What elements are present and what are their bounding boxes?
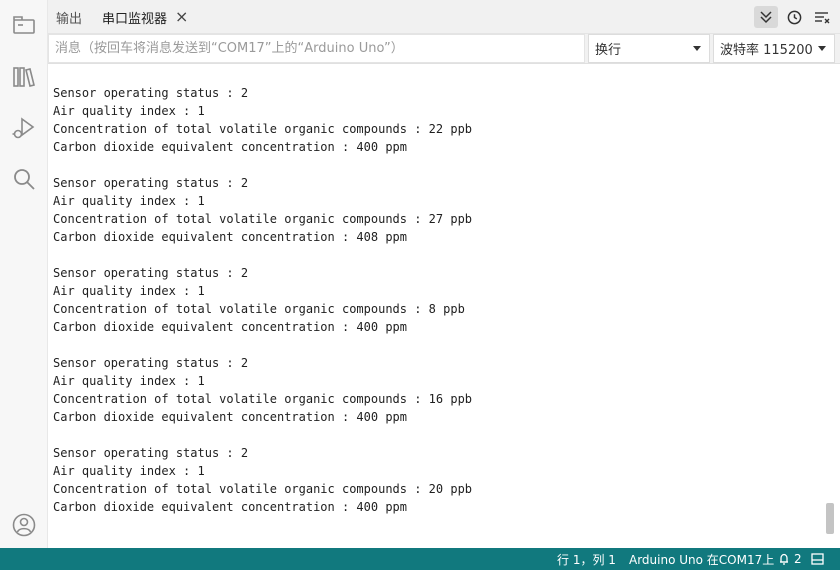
panel-tab-bar: 输出 串口监视器 × [48, 0, 840, 34]
library-icon [13, 67, 35, 87]
cursor-position-label: 行 1，列 1 [557, 552, 616, 567]
activity-bar [0, 0, 48, 548]
chevron-down-icon [693, 46, 701, 51]
output-line: Air quality index : 1 [53, 104, 205, 118]
message-input[interactable] [48, 34, 585, 63]
search-icon [14, 169, 35, 190]
output-line: Carbon dioxide equivalent concentration … [53, 230, 408, 244]
output-line: Carbon dioxide equivalent concentration … [53, 140, 408, 154]
output-line: Carbon dioxide equivalent concentration … [53, 500, 408, 514]
output-line: Air quality index : 1 [53, 194, 205, 208]
debug-icon [12, 117, 35, 139]
line-ending-select[interactable]: 换行 [588, 34, 710, 63]
output-line: Air quality index : 1 [53, 464, 205, 478]
account-button[interactable] [0, 505, 48, 545]
output-line: Sensor operating status : 2 [53, 446, 249, 460]
serial-output[interactable]: Sensor operating status : 2 Air quality i… [48, 64, 828, 548]
notifications-button[interactable]: 2 [778, 548, 802, 570]
timestamp-toggle[interactable] [782, 6, 806, 28]
output-line: Carbon dioxide equivalent concentration … [53, 410, 408, 424]
tab-output-label: 输出 [56, 11, 83, 27]
debug-button[interactable] [0, 108, 48, 148]
status-bar: 行 1，列 1 Arduino Uno 在COM17上 2 [0, 548, 840, 570]
output-line: Air quality index : 1 [53, 284, 205, 298]
chevron-double-down-icon [760, 11, 772, 24]
autoscroll-toggle[interactable] [754, 6, 778, 28]
panel-icon [811, 553, 824, 565]
clock-icon [787, 10, 801, 24]
bell-icon [780, 553, 788, 565]
output-line: Concentration of total volatile organic … [53, 302, 465, 316]
board-port-label: Arduino Uno 在COM17上 [629, 552, 775, 567]
clear-output-icon [815, 12, 830, 24]
serial-input-row: 换行 波特率 115200 [48, 34, 840, 64]
output-line: Carbon dioxide equivalent concentration … [53, 320, 408, 334]
output-line: Sensor operating status : 2 [53, 86, 249, 100]
sketchbook-button[interactable] [0, 5, 48, 45]
notification-count: 2 [794, 552, 802, 566]
output-line: Sensor operating status : 2 [53, 176, 249, 190]
tab-serial-monitor-label: 串口监视器 [102, 11, 168, 27]
close-icon[interactable]: × [175, 9, 188, 25]
cursor-position[interactable]: 行 1，列 1 [557, 548, 616, 570]
output-line: Sensor operating status : 2 [53, 266, 249, 280]
account-icon [12, 513, 36, 537]
baud-rate-select[interactable]: 波特率 115200 [713, 34, 835, 63]
panel-toolbar [754, 6, 834, 28]
output-line: Sensor operating status : 2 [53, 356, 249, 370]
library-manager-button[interactable] [0, 57, 48, 97]
output-line: Concentration of total volatile organic … [53, 482, 473, 496]
folder-icon [13, 16, 35, 34]
clear-output-button[interactable] [810, 6, 834, 28]
chevron-down-icon [818, 46, 826, 51]
tab-output[interactable]: 输出 [48, 0, 90, 34]
search-button[interactable] [0, 159, 48, 199]
output-line: Air quality index : 1 [53, 374, 205, 388]
line-ending-value: 换行 [595, 43, 622, 58]
output-line: Concentration of total volatile organic … [53, 212, 473, 226]
board-port-status[interactable]: Arduino Uno 在COM17上 [629, 548, 774, 570]
output-line: Concentration of total volatile organic … [53, 122, 473, 136]
output-line: Concentration of total volatile organic … [53, 392, 473, 406]
toggle-panel-button[interactable] [811, 548, 824, 570]
tab-serial-monitor[interactable]: 串口监视器 × [94, 0, 196, 34]
baud-rate-value: 波特率 115200 [720, 43, 813, 58]
output-scrollbar[interactable] [826, 503, 834, 534]
